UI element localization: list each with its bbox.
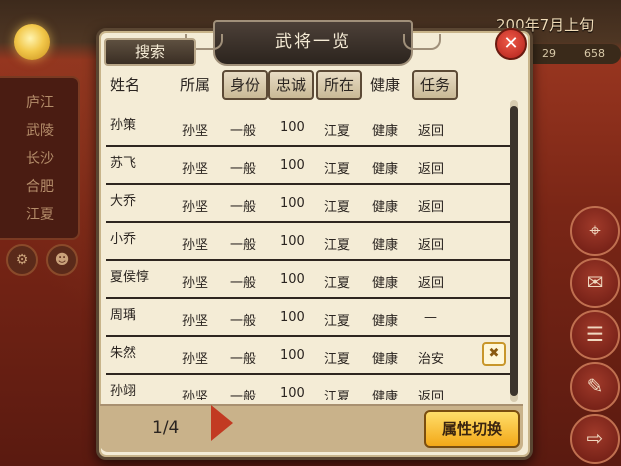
general-faction: 孙坚 xyxy=(182,314,209,329)
table-row[interactable]: 朱然 孙坚 一般 100 江夏 健康 治安 ✖ xyxy=(106,336,510,375)
city-item[interactable]: 武陵 xyxy=(26,120,54,140)
dialog-title: 武将一览 xyxy=(185,20,441,66)
general-task: 治安 xyxy=(418,352,445,367)
generals-list[interactable]: 孙策 孙坚 一般 100 江夏 健康 返回 苏飞 孙坚 一般 100 江夏 健康… xyxy=(106,108,510,400)
general-location: 江夏 xyxy=(324,352,351,367)
general-loyalty: 100 xyxy=(280,120,305,135)
map-pin-button[interactable]: ⌖ xyxy=(570,206,620,256)
general-location: 江夏 xyxy=(324,314,351,329)
general-faction: 孙坚 xyxy=(182,124,209,139)
general-faction: 孙坚 xyxy=(182,390,209,400)
general-name: 周瑀 xyxy=(110,308,137,323)
sort-location-button[interactable]: 所在 xyxy=(316,70,362,100)
general-location: 江夏 xyxy=(324,238,351,253)
general-identity: 一般 xyxy=(230,162,257,177)
mail-button[interactable]: ✉ xyxy=(570,258,620,308)
city-item[interactable]: 江夏 xyxy=(26,204,54,224)
general-loyalty: 100 xyxy=(280,158,305,173)
sort-loyalty-button[interactable]: 忠诚 xyxy=(268,70,314,100)
general-identity: 一般 xyxy=(230,124,257,139)
general-name: 夏侯惇 xyxy=(110,270,150,285)
attribute-switch-button[interactable]: 属性切换 xyxy=(424,410,520,448)
general-location: 江夏 xyxy=(324,200,351,215)
general-identity: 一般 xyxy=(230,390,257,400)
table-row[interactable]: 夏侯惇 孙坚 一般 100 江夏 健康 返回 xyxy=(106,260,510,299)
general-task: — xyxy=(424,310,437,325)
sort-identity-button[interactable]: 身份 xyxy=(222,70,268,100)
general-identity: 一般 xyxy=(230,276,257,291)
general-portrait-icon[interactable]: ☻ xyxy=(46,244,78,276)
general-health: 健康 xyxy=(372,276,399,291)
table-header: 姓名 所属 身份 忠诚 所在 健康 任务 xyxy=(0,70,621,100)
general-health: 健康 xyxy=(372,162,399,177)
table-row[interactable]: 苏飞 孙坚 一般 100 江夏 健康 返回 xyxy=(106,146,510,185)
search-button[interactable]: 搜索 xyxy=(104,38,196,66)
general-name: 小乔 xyxy=(110,232,137,247)
general-location: 江夏 xyxy=(324,124,351,139)
general-health: 健康 xyxy=(372,314,399,329)
resource-count-1: 29 xyxy=(542,47,556,60)
city-item[interactable]: 长沙 xyxy=(26,148,54,168)
menu-button[interactable]: ☰ xyxy=(570,310,620,360)
scrollbar-thumb[interactable] xyxy=(510,106,518,396)
table-row[interactable]: 孙翊 孙坚 一般 100 江夏 健康 返回 xyxy=(106,374,510,400)
sort-task-button[interactable]: 任务 xyxy=(412,70,458,100)
sun-icon xyxy=(14,24,50,60)
city-list-panel: 庐江 武陵 长沙 合肥 江夏 xyxy=(0,76,80,240)
general-health: 健康 xyxy=(372,124,399,139)
next-arrow-icon xyxy=(211,405,233,441)
next-page-button[interactable] xyxy=(206,402,236,444)
general-location: 江夏 xyxy=(324,276,351,291)
close-button[interactable]: ✕ xyxy=(495,28,527,60)
general-location: 江夏 xyxy=(324,162,351,177)
cancel-task-button[interactable]: ✖ xyxy=(482,342,506,366)
general-loyalty: 100 xyxy=(280,310,305,325)
general-loyalty: 100 xyxy=(280,386,305,400)
general-task: 返回 xyxy=(418,390,445,400)
settings-icon[interactable]: ⚙ xyxy=(6,244,38,276)
end-turn-button[interactable]: ⇨ xyxy=(570,414,620,464)
general-loyalty: 100 xyxy=(280,272,305,287)
general-health: 健康 xyxy=(372,352,399,367)
page-indicator: 1/4 xyxy=(152,418,180,438)
general-faction: 孙坚 xyxy=(182,352,209,367)
general-faction: 孙坚 xyxy=(182,238,209,253)
general-name: 苏飞 xyxy=(110,156,137,171)
scroll-button[interactable]: ✎ xyxy=(570,362,620,412)
general-loyalty: 100 xyxy=(280,234,305,249)
general-health: 健康 xyxy=(372,200,399,215)
general-health: 健康 xyxy=(372,390,399,400)
general-identity: 一般 xyxy=(230,352,257,367)
general-name: 大乔 xyxy=(110,194,137,209)
general-task: 返回 xyxy=(418,200,445,215)
general-task: 返回 xyxy=(418,276,445,291)
resource-count-2: 658 xyxy=(584,47,605,60)
city-item[interactable]: 合肥 xyxy=(26,176,54,196)
general-faction: 孙坚 xyxy=(182,162,209,177)
header-health: 健康 xyxy=(370,76,401,94)
general-name: 朱然 xyxy=(110,346,137,361)
general-loyalty: 100 xyxy=(280,348,305,363)
general-identity: 一般 xyxy=(230,238,257,253)
general-identity: 一般 xyxy=(230,314,257,329)
general-task: 返回 xyxy=(418,162,445,177)
general-health: 健康 xyxy=(372,238,399,253)
general-location: 江夏 xyxy=(324,390,351,400)
general-faction: 孙坚 xyxy=(182,200,209,215)
general-loyalty: 100 xyxy=(280,196,305,211)
resource-bar: 29 658 xyxy=(522,44,621,64)
table-row[interactable]: 周瑀 孙坚 一般 100 江夏 健康 — xyxy=(106,298,510,337)
list-scrollbar[interactable] xyxy=(510,100,518,402)
general-faction: 孙坚 xyxy=(182,276,209,291)
header-name: 姓名 xyxy=(110,76,141,94)
table-row[interactable]: 小乔 孙坚 一般 100 江夏 健康 返回 xyxy=(106,222,510,261)
general-name: 孙翊 xyxy=(110,384,137,399)
header-faction: 所属 xyxy=(180,76,211,94)
table-row[interactable]: 大乔 孙坚 一般 100 江夏 健康 返回 xyxy=(106,184,510,223)
general-identity: 一般 xyxy=(230,200,257,215)
general-task: 返回 xyxy=(418,238,445,253)
general-task: 返回 xyxy=(418,124,445,139)
table-row[interactable]: 孙策 孙坚 一般 100 江夏 健康 返回 xyxy=(106,108,510,147)
general-name: 孙策 xyxy=(110,118,137,133)
